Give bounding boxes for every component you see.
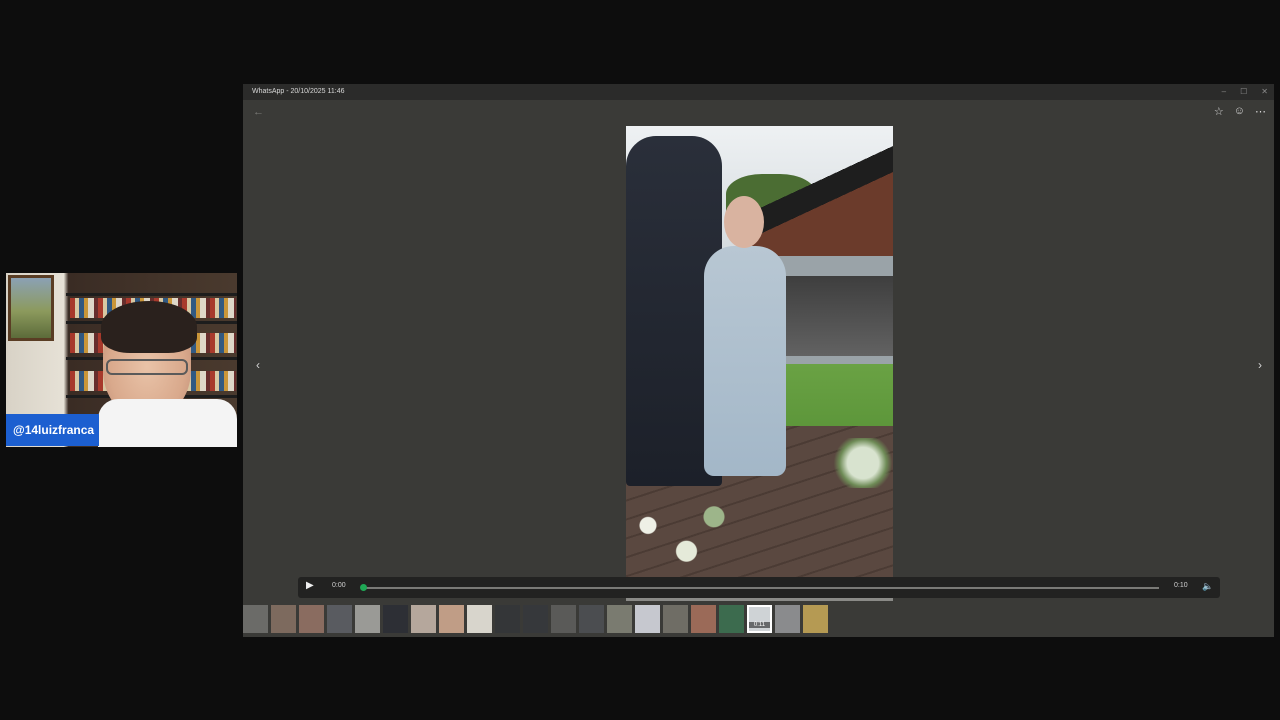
minimize-button[interactable]: – [1222, 84, 1226, 100]
video-frame[interactable] [626, 126, 893, 577]
viewer-toolbar: ← ☆ ☺ ⋯ [243, 100, 1274, 126]
media-thumbnail[interactable] [327, 605, 352, 633]
maximize-button[interactable]: ☐ [1240, 84, 1247, 100]
video-woman-head [724, 196, 764, 248]
media-thumbnail-strip: 0:11 [243, 605, 828, 633]
title-bar: WhatsApp - 20/10/2025 11:46 – ☐ ✕ [243, 84, 1274, 100]
media-thumbnail[interactable] [271, 605, 296, 633]
video-bottom-edge [626, 598, 893, 601]
duration: 0:10 [1174, 582, 1188, 589]
video-roof [743, 126, 893, 256]
seek-bar[interactable] [361, 587, 1159, 589]
thumbnail-duration: 0:11 [747, 622, 772, 628]
more-icon[interactable]: ⋯ [1255, 105, 1266, 118]
close-button[interactable]: ✕ [1261, 84, 1268, 100]
current-time: 0:00 [332, 582, 346, 589]
screen: @14luizfranca WhatsApp - 20/10/2025 11:4… [0, 0, 1280, 720]
window-controls: – ☐ ✕ [1222, 84, 1268, 100]
media-thumbnail[interactable] [551, 605, 576, 633]
media-thumbnail[interactable] [411, 605, 436, 633]
media-thumbnail[interactable] [691, 605, 716, 633]
next-media-button[interactable]: › [1258, 358, 1262, 372]
video-woman-in-dress [704, 246, 786, 476]
media-thumbnail[interactable] [299, 605, 324, 633]
video-player-controls: ▶ 0:00 0:10 🔈 [298, 577, 1220, 598]
previous-media-button[interactable]: ‹ [256, 358, 260, 372]
presenter-glasses [106, 359, 188, 375]
presenter-handle: @14luizfranca [6, 414, 99, 446]
media-thumbnail[interactable] [579, 605, 604, 633]
media-thumbnail[interactable] [635, 605, 660, 633]
video-flowers [626, 491, 736, 577]
media-thumbnail[interactable] [383, 605, 408, 633]
media-thumbnail[interactable] [523, 605, 548, 633]
emoji-icon[interactable]: ☺ [1234, 105, 1245, 118]
media-thumbnail[interactable] [439, 605, 464, 633]
arrow-left-icon[interactable]: ← [253, 106, 264, 118]
media-thumbnail[interactable] [719, 605, 744, 633]
presenter-hair [101, 301, 197, 353]
media-thumbnail[interactable] [467, 605, 492, 633]
media-thumbnail[interactable] [607, 605, 632, 633]
media-viewer-window: WhatsApp - 20/10/2025 11:46 – ☐ ✕ ← ☆ ☺ … [243, 84, 1274, 637]
star-icon[interactable]: ☆ [1214, 105, 1224, 118]
media-thumbnail[interactable] [775, 605, 800, 633]
media-thumbnail[interactable] [803, 605, 828, 633]
media-thumbnail[interactable] [663, 605, 688, 633]
video-building [773, 276, 893, 356]
media-thumbnail[interactable] [355, 605, 380, 633]
presenter-shirt [98, 399, 237, 447]
bookshelf-shelf [66, 293, 237, 296]
toolbar-actions: ☆ ☺ ⋯ [1214, 105, 1266, 118]
wall-painting [8, 275, 54, 341]
media-thumbnail[interactable] [495, 605, 520, 633]
media-thumbnail[interactable] [243, 605, 268, 633]
window-title: WhatsApp - 20/10/2025 11:46 [252, 88, 345, 95]
volume-icon[interactable]: 🔈 [1202, 581, 1213, 592]
seek-handle[interactable] [360, 584, 367, 591]
media-thumbnail[interactable]: 0:11 [747, 605, 772, 633]
play-icon[interactable]: ▶ [306, 580, 314, 591]
video-shrub [833, 438, 893, 488]
